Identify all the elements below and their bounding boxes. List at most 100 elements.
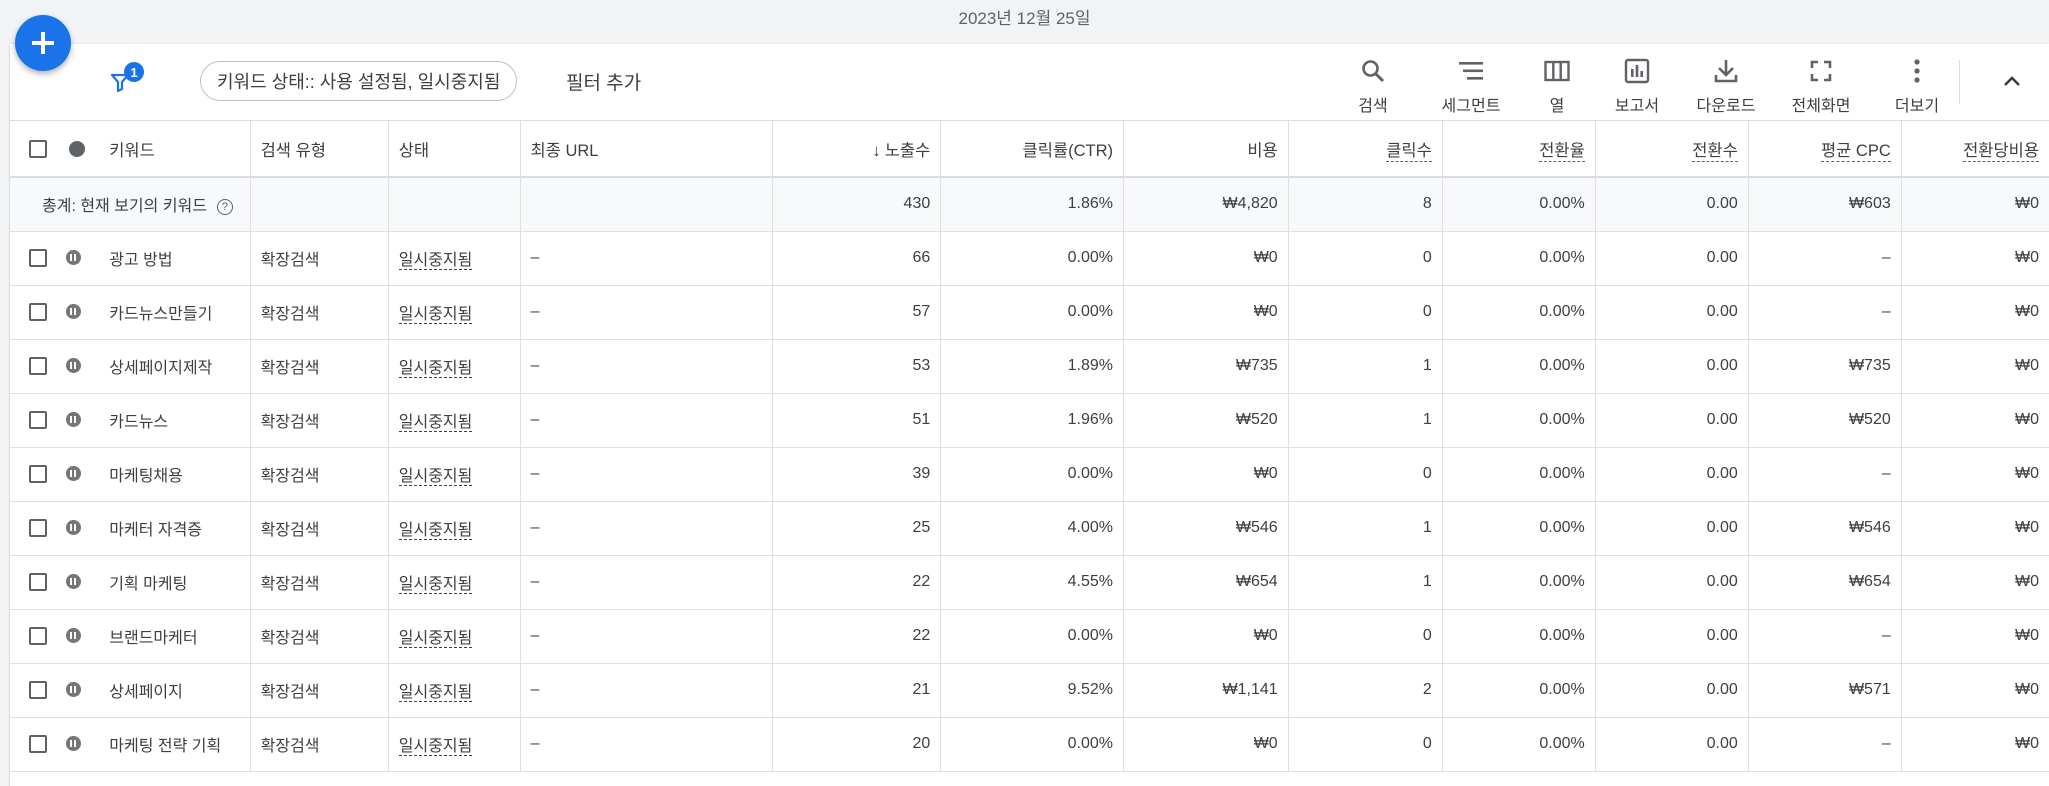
final-url-cell: –: [520, 447, 774, 502]
filter-button[interactable]: 1: [100, 62, 144, 102]
final-url-header[interactable]: 최종 URL: [520, 121, 774, 178]
match-type-header[interactable]: 검색 유형: [250, 121, 389, 178]
final-url-cell: –: [520, 339, 774, 394]
row-status-cell: [52, 285, 100, 340]
status-link[interactable]: 일시중지됨: [398, 738, 473, 756]
table-row[interactable]: 기획 마케팅 확장검색 일시중지됨 –22 4.55% ₩654 1 0.00% 0.00 ₩65…: [10, 555, 2049, 610]
collapse-button[interactable]: [1997, 66, 2027, 96]
status-header[interactable]: 상태: [388, 121, 521, 178]
conv-rate-header[interactable]: 전환율: [1442, 121, 1596, 178]
status-link[interactable]: 일시중지됨: [398, 306, 473, 324]
reports-tool-button[interactable]: 보고서: [1592, 56, 1682, 116]
final-url-cell: –: [520, 501, 774, 556]
keyword-cell[interactable]: 마케터 자격증: [99, 501, 251, 556]
ctr-cell: 9.52%: [940, 663, 1124, 718]
cost-header[interactable]: 비용: [1123, 121, 1289, 178]
keyword-cell[interactable]: 마케팅 전략 기획: [99, 717, 251, 772]
keyword-cell[interactable]: 브랜드마케터: [99, 609, 251, 664]
fullscreen-tool-button[interactable]: 전체화면: [1776, 56, 1866, 116]
clicks-cell: 1: [1288, 555, 1443, 610]
keyword-cell[interactable]: 상세페이지제작: [99, 339, 251, 394]
status-link[interactable]: 일시중지됨: [398, 414, 473, 432]
avg-cpc-header[interactable]: 평균 CPC: [1748, 121, 1902, 178]
row-status-cell: [52, 555, 100, 610]
row-checkbox[interactable]: [29, 734, 47, 753]
status-link[interactable]: 일시중지됨: [398, 630, 473, 648]
keyword-cell[interactable]: 카드뉴스만들기: [99, 285, 251, 340]
keyword-cell[interactable]: 상세페이지: [99, 663, 251, 718]
status-link[interactable]: 일시중지됨: [398, 576, 473, 594]
avg-cpc-cell: ₩571: [1748, 663, 1902, 718]
table-row[interactable]: 카드뉴스 확장검색 일시중지됨 –51 1.96% ₩520 1 0.00% 0.00 ₩520 ₩…: [10, 393, 2049, 448]
row-checkbox[interactable]: [29, 680, 47, 699]
total-avg-cpc: ₩603: [1748, 177, 1902, 232]
match-type-cell: 확장검색: [250, 393, 389, 448]
row-status-cell: [52, 339, 100, 394]
cost-cell: ₩735: [1123, 339, 1289, 394]
paused-icon: [65, 520, 81, 536]
conv-rate-header-label: 전환율: [1539, 141, 1585, 162]
status-cell: 일시중지됨: [388, 285, 521, 340]
table-row[interactable]: 브랜드마케터 확장검색 일시중지됨 –22 0.00% ₩0 0 0.00% 0.00– ₩0: [10, 609, 2049, 664]
row-checkbox[interactable]: [29, 572, 47, 591]
final-url-cell: –: [520, 555, 774, 610]
status-link[interactable]: 일시중지됨: [398, 360, 473, 378]
impressions-header[interactable]: ↓ 노출수: [772, 121, 942, 178]
select-all-checkbox[interactable]: [29, 139, 47, 158]
impressions-cell: 57: [772, 285, 942, 340]
row-checkbox[interactable]: [29, 626, 47, 645]
table-row[interactable]: 마케팅채용 확장검색 일시중지됨 –39 0.00% ₩0 0 0.00% 0.00– ₩0: [10, 447, 2049, 502]
total-cost-per-conv: ₩0: [1901, 177, 2049, 232]
avg-cpc-header-label: 평균 CPC: [1820, 141, 1891, 162]
row-checkbox[interactable]: [29, 302, 47, 321]
cost-per-conv-cell: ₩0: [1901, 717, 2049, 772]
row-checkbox[interactable]: [29, 518, 47, 537]
keyword-cell[interactable]: 마케팅채용: [99, 447, 251, 502]
row-checkbox[interactable]: [29, 410, 47, 429]
row-status-cell: [52, 609, 100, 664]
search-tool-button[interactable]: 검색: [1328, 56, 1418, 116]
keyword-cell[interactable]: 광고 방법: [99, 231, 251, 286]
final-url-cell: –: [520, 231, 774, 286]
conv-rate-cell: 0.00%: [1442, 609, 1596, 664]
keyword-cell[interactable]: 카드뉴스: [99, 393, 251, 448]
keyword-header[interactable]: 키워드: [99, 121, 251, 178]
table-row[interactable]: 상세페이지제작 확장검색 일시중지됨 –53 1.89% ₩735 1 0.00% 0.00 ₩7…: [10, 339, 2049, 394]
status-link[interactable]: 일시중지됨: [398, 468, 473, 486]
cost-per-conv-header[interactable]: 전환당비용: [1901, 121, 2049, 178]
status-cell: 일시중지됨: [388, 231, 521, 286]
conv-rate-cell: 0.00%: [1442, 501, 1596, 556]
total-clicks: 8: [1288, 177, 1443, 232]
row-status-cell: [52, 393, 100, 448]
conversions-cell: 0.00: [1595, 339, 1749, 394]
row-checkbox[interactable]: [29, 464, 47, 483]
keyword-cell[interactable]: 기획 마케팅: [99, 555, 251, 610]
segment-icon: [1459, 62, 1483, 80]
table-row[interactable]: 마케터 자격증 확장검색 일시중지됨 –25 4.00% ₩546 1 0.00% 0.00 ₩5…: [10, 501, 2049, 556]
table-row[interactable]: 광고 방법 확장검색 일시중지됨 –66 0.00% ₩0 0 0.00% 0.00– ₩0: [10, 231, 2049, 286]
table-row[interactable]: 마케팅 전략 기획 확장검색 일시중지됨 –20 0.00% ₩0 0 0.00% 0.00– ₩…: [10, 717, 2049, 772]
table-row[interactable]: 카드뉴스만들기 확장검색 일시중지됨 –57 0.00% ₩0 0 0.00% 0.00– ₩0: [10, 285, 2049, 340]
add-filter-button[interactable]: 필터 추가: [566, 68, 641, 95]
final-url-cell: –: [520, 717, 774, 772]
row-checkbox[interactable]: [29, 248, 47, 267]
keyword-status-filter-chip[interactable]: 키워드 상태:: 사용 설정됨, 일시중지됨: [200, 61, 518, 101]
conv-rate-cell: 0.00%: [1442, 393, 1596, 448]
create-button[interactable]: [15, 15, 71, 71]
ctr-header[interactable]: 클릭률(CTR): [940, 121, 1124, 178]
row-checkbox[interactable]: [29, 356, 47, 375]
row-select-cell: [10, 393, 53, 448]
table-row[interactable]: 상세페이지 확장검색 일시중지됨 –21 9.52% ₩1,141 2 0.00% 0.00 ₩5…: [10, 663, 2049, 718]
conversions-header[interactable]: 전환수: [1595, 121, 1749, 178]
segment-tool-button[interactable]: 세그먼트: [1426, 56, 1516, 116]
cost-per-conv-cell: ₩0: [1901, 447, 2049, 502]
toolbar-divider: [1959, 60, 1960, 104]
clicks-header[interactable]: 클릭수: [1288, 121, 1443, 178]
download-tool-button[interactable]: 다운로드: [1681, 56, 1771, 116]
status-link[interactable]: 일시중지됨: [398, 684, 473, 702]
status-link[interactable]: 일시중지됨: [398, 522, 473, 540]
more-tool-button[interactable]: 더보기: [1872, 56, 1962, 116]
columns-tool-button[interactable]: 열: [1512, 56, 1602, 116]
status-link[interactable]: 일시중지됨: [398, 252, 473, 270]
help-icon[interactable]: ?: [216, 199, 233, 216]
